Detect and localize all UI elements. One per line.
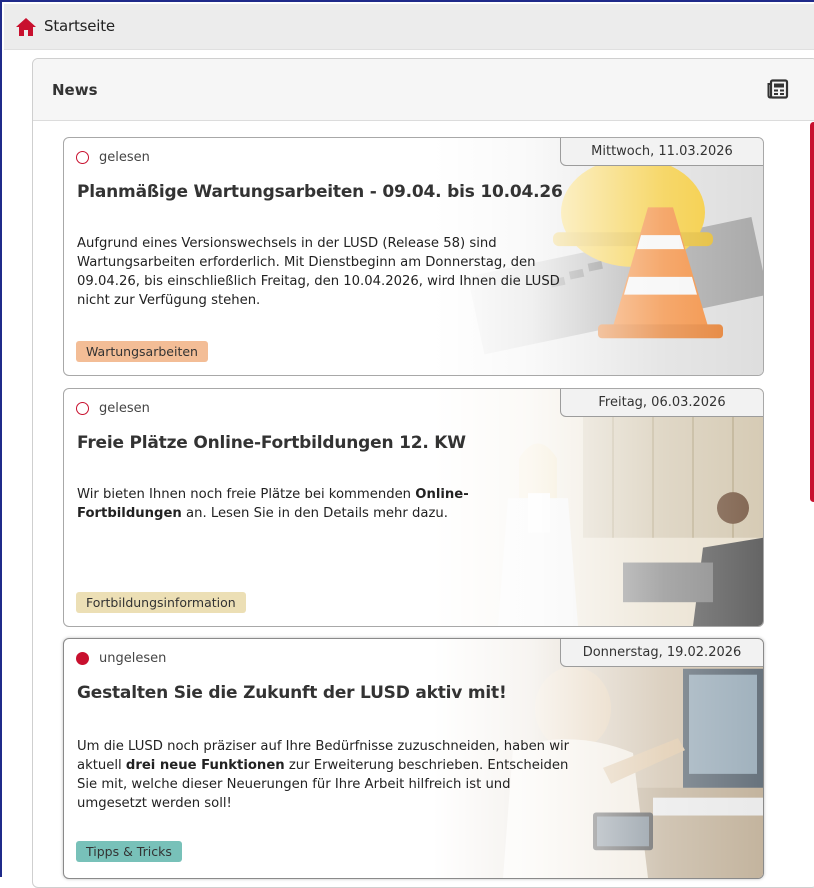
news-card[interactable]: Freitag, 06.03.2026 gelesen Freie Plätze…	[63, 388, 764, 627]
app-frame: Startseite News Mittwoch, 11.03.2026 gel…	[0, 0, 814, 888]
news-text-emphasis: drei neue Funktionen	[125, 758, 285, 773]
news-title[interactable]: Freie Plätze Online-Fortbildungen 12. KW	[77, 433, 466, 453]
read-status-label: gelesen	[99, 150, 150, 165]
news-date: Mittwoch, 11.03.2026	[560, 138, 763, 166]
breadcrumb-bar: Startseite	[4, 4, 814, 50]
news-category-tag[interactable]: Tipps & Tricks	[76, 841, 182, 862]
news-text: Um die LUSD noch präziser auf Ihre Bedür…	[77, 737, 572, 813]
panel-title: News	[52, 81, 98, 99]
read-status-label: gelesen	[99, 401, 150, 416]
read-status-circle-icon	[76, 151, 89, 164]
news-date: Donnerstag, 19.02.2026	[560, 639, 763, 667]
newspaper-icon[interactable]	[767, 79, 789, 99]
news-category-tag[interactable]: Fortbildungsinformation	[76, 592, 246, 613]
news-text: Wir bieten Ihnen noch freie Plätze bei k…	[77, 485, 507, 523]
read-status[interactable]: gelesen	[76, 401, 150, 416]
news-card[interactable]: Donnerstag, 19.02.2026 ungelesen Gestalt…	[63, 638, 764, 879]
news-category-tag[interactable]: Wartungsarbeiten	[76, 341, 208, 362]
read-status[interactable]: ungelesen	[76, 651, 166, 666]
news-text: Aufgrund eines Versionswechsels in der L…	[77, 236, 560, 308]
scrollbar-thumb[interactable]	[810, 122, 814, 502]
news-card[interactable]: Mittwoch, 11.03.2026 gelesen Planmäßige …	[63, 137, 764, 376]
read-status-label: ungelesen	[99, 651, 167, 666]
news-text-part: Wir bieten Ihnen noch freie Plätze bei k…	[77, 487, 416, 502]
read-status[interactable]: gelesen	[76, 150, 150, 165]
news-title[interactable]: Gestalten Sie die Zukunft der LUSD aktiv…	[77, 683, 507, 703]
read-status-circle-icon	[76, 402, 89, 415]
news-title[interactable]: Planmäßige Wartungsarbeiten - 09.04. bis…	[77, 182, 563, 202]
news-date: Freitag, 06.03.2026	[560, 389, 763, 417]
news-text-part: an. Lesen Sie in den Details mehr dazu.	[181, 506, 448, 521]
unread-status-dot-icon	[76, 652, 89, 665]
breadcrumb-home-link[interactable]: Startseite	[44, 17, 115, 35]
home-icon[interactable]	[16, 18, 36, 36]
news-panel-header: News	[33, 59, 814, 121]
